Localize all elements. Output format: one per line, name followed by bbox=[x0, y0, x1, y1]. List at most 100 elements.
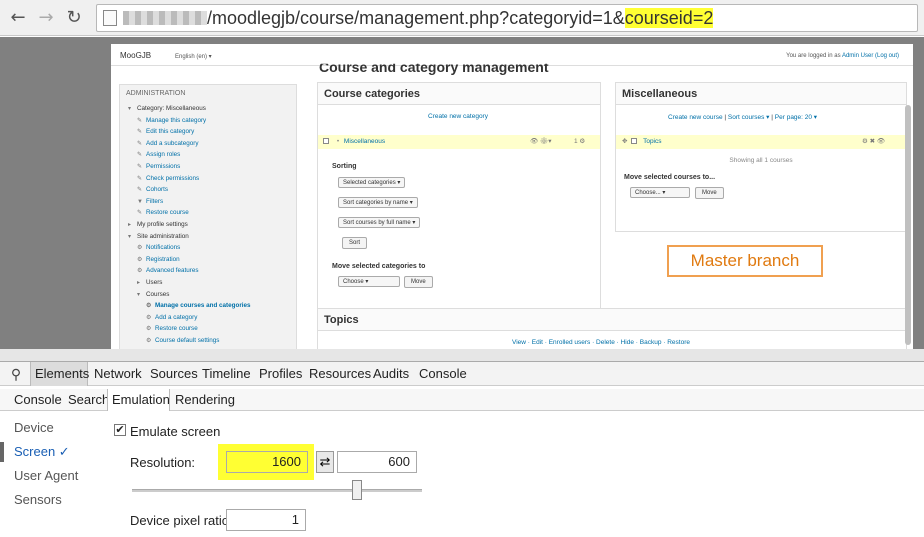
master-branch-annotation: Master branch bbox=[667, 245, 823, 277]
admin-tree-item[interactable]: ⚙ Advanced features bbox=[128, 265, 296, 277]
admin-tree-item[interactable]: ⚙ Add a category bbox=[128, 312, 296, 324]
sort-categories-select[interactable]: Sort categories by name ▾ bbox=[338, 197, 418, 208]
tree-node-label: Restore course bbox=[146, 209, 189, 217]
address-bar[interactable]: /moodlegjb/course/management.php?categor… bbox=[96, 4, 918, 32]
tree-node-icon: ✎ bbox=[137, 163, 143, 170]
course-row[interactable]: ✥ Topics ⚙ ✖ 👁 bbox=[616, 135, 906, 149]
tree-node-label: Restore course bbox=[155, 325, 198, 333]
emulation-side-item[interactable]: Sensors bbox=[14, 492, 62, 507]
admin-tree-item[interactable]: ✎ Permissions bbox=[128, 161, 296, 173]
course-row-icons[interactable]: ⚙ ✖ 👁 bbox=[862, 135, 885, 149]
language-menu[interactable]: English (en) ▾ bbox=[175, 53, 212, 60]
move-courses-button[interactable]: Move bbox=[695, 187, 724, 199]
move-courses-select[interactable]: Choose... ▾ bbox=[630, 187, 690, 198]
admin-tree-item[interactable]: ✎ Add a subcategory bbox=[128, 138, 296, 150]
admin-tree-item[interactable]: ⚙ Course default settings bbox=[128, 335, 296, 347]
admin-tree-item[interactable]: ▾ Category: Miscellaneous bbox=[128, 103, 296, 115]
category-checkbox[interactable] bbox=[323, 138, 329, 144]
devtools-tab-resources[interactable]: Resources bbox=[305, 362, 371, 386]
admin-tree-item[interactable]: ▸ My profile settings bbox=[128, 219, 296, 231]
tree-node-label: Manage this category bbox=[146, 116, 207, 124]
drag-handle-icon[interactable]: • bbox=[337, 138, 339, 145]
admin-tree-item[interactable]: ✎ Restore course bbox=[128, 207, 296, 219]
site-name[interactable]: MooGJB bbox=[120, 51, 151, 60]
subtab-rendering[interactable]: Rendering bbox=[171, 389, 235, 410]
admin-tree-item[interactable]: ⚙ Restore course bbox=[128, 323, 296, 335]
devtools-tab-sources[interactable]: Sources bbox=[146, 362, 198, 386]
reload-icon[interactable]: ↻ bbox=[62, 6, 86, 30]
devtools-tab-elements[interactable]: Elements bbox=[30, 362, 89, 386]
emulate-screen-checkbox[interactable]: ✔ bbox=[114, 424, 126, 436]
topics-title: Topics bbox=[318, 309, 906, 331]
page-scrollbar[interactable] bbox=[905, 105, 911, 345]
selected-categories-select[interactable]: Selected categories ▾ bbox=[338, 177, 406, 188]
devtools-tab-network[interactable]: Network bbox=[90, 362, 142, 386]
admin-tree-item[interactable]: ▾ Site administration bbox=[128, 231, 296, 243]
subtab-console[interactable]: Console bbox=[10, 389, 62, 410]
move-categories-select[interactable]: Choose ▾ bbox=[338, 276, 400, 287]
move-icon[interactable]: ✥ bbox=[622, 138, 627, 145]
devtools-resize-bar[interactable] bbox=[0, 349, 924, 361]
category-course-count: 1 ⚙ bbox=[574, 138, 586, 145]
emulation-side-item[interactable]: Screen ✓ bbox=[14, 444, 70, 460]
drawer-subtab-bar: Console Search Emulation Rendering bbox=[0, 389, 924, 411]
back-arrow-icon[interactable]: ← bbox=[6, 6, 30, 30]
devtools-tab-profiles[interactable]: Profiles bbox=[255, 362, 302, 386]
devtools-tab-console[interactable]: Console bbox=[415, 362, 467, 386]
subtab-emulation[interactable]: Emulation bbox=[107, 389, 170, 411]
devtools-tab-timeline[interactable]: Timeline bbox=[198, 362, 251, 386]
tree-node-label: Site administration bbox=[137, 232, 189, 240]
admin-tree-item[interactable]: ✎ Edit this category bbox=[128, 126, 296, 138]
tree-node-icon: ▸ bbox=[128, 221, 132, 228]
tree-node-label: Filters bbox=[146, 197, 164, 205]
admin-tree-item[interactable]: ▾ Courses bbox=[128, 289, 296, 301]
create-course-link[interactable]: Create new course bbox=[668, 114, 723, 121]
tree-node-icon: ⚙ bbox=[146, 303, 152, 310]
admin-tree-item[interactable]: ⚙ Registration bbox=[128, 254, 296, 266]
topics-action-links[interactable]: View · Edit · Enrolled users · Delete · … bbox=[512, 339, 690, 346]
resolution-width-input[interactable]: 1600 bbox=[226, 451, 308, 473]
resolution-label: Resolution: bbox=[130, 455, 196, 470]
admin-tree-item[interactable]: ✎ Check permissions bbox=[128, 173, 296, 185]
tree-node-label: My profile settings bbox=[137, 220, 188, 228]
sort-button[interactable]: Sort bbox=[342, 237, 368, 249]
course-checkbox[interactable] bbox=[631, 138, 638, 144]
admin-tree-item[interactable]: ▼ Filters bbox=[128, 196, 296, 208]
moodle-header: MooGJB English (en) ▾ You are logged in … bbox=[111, 44, 913, 66]
swap-dimensions-button[interactable]: ⇄ bbox=[316, 451, 334, 473]
tree-node-label: Assign roles bbox=[146, 151, 181, 159]
admin-tree-item[interactable]: ✎ Assign roles bbox=[128, 149, 296, 161]
admin-tree-item[interactable]: ⚙ Manage courses and categories bbox=[128, 300, 296, 312]
scale-slider-track[interactable] bbox=[132, 489, 422, 492]
admin-tree-item[interactable]: ✎ Cohorts bbox=[128, 184, 296, 196]
per-page-menu[interactable]: Per page: 20 ▾ bbox=[775, 114, 817, 121]
tree-node-label: Course default settings bbox=[155, 336, 220, 344]
create-category-link[interactable]: Create new category bbox=[428, 113, 488, 120]
devtools-tab-audits[interactable]: Audits bbox=[369, 362, 411, 386]
device-pixel-ratio-input[interactable]: 1 bbox=[226, 509, 306, 531]
login-info: You are logged in as Admin User (Log out… bbox=[786, 53, 899, 59]
category-name-link[interactable]: Miscellaneous bbox=[344, 138, 385, 145]
tree-node-label: Category: Miscellaneous bbox=[137, 105, 206, 112]
subtab-search[interactable]: Search bbox=[64, 389, 109, 410]
logout-link[interactable]: (Log out) bbox=[875, 53, 899, 59]
admin-tree-item[interactable]: ⚙ Notifications bbox=[128, 242, 296, 254]
sort-courses-select[interactable]: Sort courses by full name ▾ bbox=[338, 217, 421, 228]
course-name-link[interactable]: Topics bbox=[643, 138, 661, 145]
sort-courses-menu[interactable]: Sort courses ▾ bbox=[728, 114, 770, 121]
scale-slider-thumb[interactable] bbox=[352, 480, 362, 500]
category-row[interactable]: • Miscellaneous 👁 ⚙▾ 1 ⚙ bbox=[318, 135, 600, 149]
resolution-height-input[interactable]: 600 bbox=[337, 451, 417, 473]
inspect-search-icon[interactable]: ⚲ bbox=[6, 362, 26, 386]
admin-tree-item[interactable]: ▸ Users bbox=[128, 277, 296, 289]
login-prefix: You are logged in as bbox=[786, 53, 842, 59]
move-categories-button[interactable]: Move bbox=[404, 276, 433, 288]
login-user-link[interactable]: Admin User bbox=[842, 53, 873, 59]
course-categories-panel: Course categories Create new category • … bbox=[317, 82, 601, 332]
admin-tree-item[interactable]: ✎ Manage this category bbox=[128, 115, 296, 127]
category-row-icons[interactable]: 👁 ⚙▾ bbox=[530, 135, 552, 149]
emulation-side-item[interactable]: User Agent bbox=[14, 468, 78, 483]
forward-arrow-icon[interactable]: → bbox=[34, 6, 58, 30]
categories-title: Course categories bbox=[318, 83, 600, 105]
emulation-side-item[interactable]: Device bbox=[14, 420, 54, 435]
